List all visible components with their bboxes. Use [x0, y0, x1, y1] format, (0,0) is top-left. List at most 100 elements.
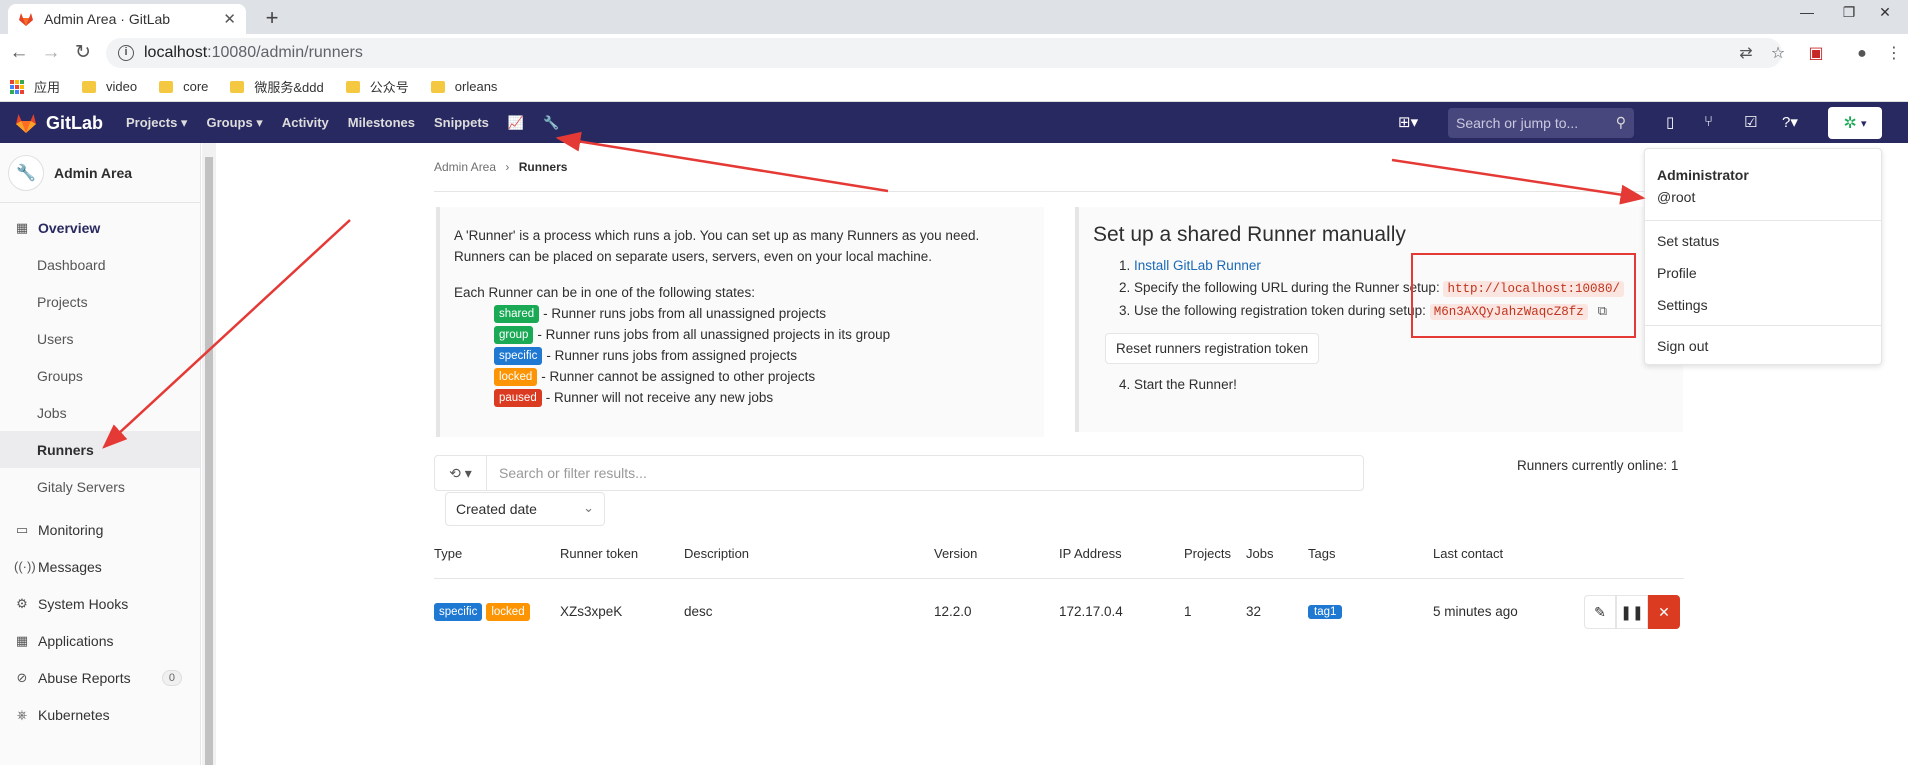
menu-settings[interactable]: Settings — [1657, 297, 1708, 313]
menu-set-status[interactable]: Set status — [1657, 233, 1719, 249]
sidebar-sub-users[interactable]: Users — [0, 320, 200, 357]
merge-request-icon[interactable]: ⑂ — [1704, 113, 1713, 130]
back-icon[interactable]: ← — [8, 42, 30, 64]
divider — [434, 578, 1684, 579]
edit-runner-button[interactable]: ✎ — [1584, 595, 1616, 629]
new-tab-button[interactable]: + — [258, 4, 286, 32]
sidebar-sub-dashboard[interactable]: Dashboard — [0, 246, 200, 283]
sidebar-toggle-icon[interactable]: ▯ — [1666, 113, 1674, 131]
sidebar-item-kubernetes[interactable]: ⎈ Kubernetes — [0, 696, 200, 733]
nav-milestones[interactable]: Milestones — [348, 115, 415, 130]
sidebar-header[interactable]: 🔧 Admin Area — [0, 143, 200, 203]
history-dropdown[interactable]: ⟲ ▾ — [435, 456, 487, 490]
column-header: Description — [684, 546, 750, 561]
gitlab-header: GitLab Projects ▾ Groups ▾ Activity Mile… — [0, 102, 1908, 143]
state-text: - Runner runs jobs from all unassigned p… — [543, 306, 827, 321]
extension-icon[interactable]: ▣ — [1806, 44, 1826, 64]
pause-runner-button[interactable]: ❚❚ — [1616, 595, 1648, 629]
tag-badge[interactable]: tag1 — [1308, 605, 1343, 619]
sidebar-sub-jobs[interactable]: Jobs — [0, 394, 200, 431]
gitlab-logo[interactable]: GitLab — [14, 111, 103, 135]
bookmark-microservice[interactable]: 微服务&ddd — [230, 77, 324, 96]
column-header: Projects — [1184, 546, 1231, 561]
user-avatar-button[interactable]: ✲ ▾ — [1828, 107, 1882, 139]
site-info-icon[interactable]: i — [118, 45, 134, 61]
admin-wrench-icon[interactable]: 🔧 — [543, 115, 559, 131]
sidebar-sub-runners[interactable]: Runners — [0, 431, 200, 468]
runner-projects: 1 — [1184, 604, 1192, 619]
sort-dropdown[interactable]: Created date ⌄ — [445, 492, 605, 526]
bookmark-label: 应用 — [34, 80, 61, 95]
nav-activity[interactable]: Activity — [282, 115, 329, 130]
address-path: :10080/admin/runners — [207, 44, 363, 61]
menu-icon[interactable]: ⋮ — [1884, 44, 1904, 64]
runner-token-link[interactable]: XZs3xpeK — [560, 604, 622, 619]
browser-tab[interactable]: Admin Area · GitLab ✕ — [8, 4, 246, 34]
chart-icon[interactable]: 📈 — [508, 115, 524, 131]
filter-input[interactable]: Search or filter results... — [487, 465, 647, 481]
bookmark-core[interactable]: core — [159, 79, 208, 94]
runner-last-contact: 5 minutes ago — [1433, 604, 1518, 619]
nav-projects[interactable]: Projects ▾ — [126, 115, 187, 131]
menu-profile[interactable]: Profile — [1657, 265, 1697, 281]
sidebar-item-monitoring[interactable]: ▭ Monitoring — [0, 511, 200, 548]
state-specific: specific - Runner runs jobs from assigne… — [494, 345, 1030, 366]
tab-close-icon[interactable]: ✕ — [223, 10, 236, 28]
nav-snippets[interactable]: Snippets — [434, 115, 489, 130]
sidebar-item-abuse-reports[interactable]: ⊘ Abuse Reports 0 — [0, 659, 200, 696]
nav-groups[interactable]: Groups ▾ — [206, 115, 262, 131]
profile-icon[interactable]: ● — [1852, 44, 1872, 64]
state-shared: shared - Runner runs jobs from all unass… — [494, 303, 1030, 324]
menu-sign-out[interactable]: Sign out — [1657, 338, 1708, 354]
reload-icon[interactable]: ↻ — [72, 42, 94, 64]
shared-badge: shared — [494, 304, 540, 323]
remove-runner-button[interactable]: ✕ — [1648, 595, 1680, 629]
sidebar-scrollbar[interactable] — [202, 143, 216, 765]
sidebar-sub-gitaly[interactable]: Gitaly Servers — [0, 468, 200, 505]
monitor-icon: ▭ — [15, 521, 29, 537]
apps-icon — [10, 79, 24, 94]
address-bar[interactable]: i localhost:10080/admin/runners — [106, 38, 1782, 68]
bookmark-wechat[interactable]: 公众号 — [345, 77, 409, 96]
paused-badge: paused — [494, 388, 542, 407]
runner-info-box: A 'Runner' is a process which runs a job… — [436, 207, 1044, 437]
new-item-icon[interactable]: ⊞▾ — [1398, 113, 1418, 131]
help-icon[interactable]: ?▾ — [1782, 113, 1798, 131]
sidebar-item-label: Overview — [38, 219, 101, 236]
main-nav: Projects ▾ Groups ▾ Activity Milestones … — [126, 102, 578, 143]
minimize-icon[interactable]: — — [1784, 4, 1830, 20]
reset-token-button[interactable]: Reset runners registration token — [1105, 333, 1320, 364]
scrollbar-thumb[interactable] — [205, 157, 213, 765]
address-host: localhost — [144, 44, 208, 61]
gitlab-tanuki-icon — [16, 114, 36, 133]
sidebar-item-label: Messages — [38, 558, 102, 575]
sidebar-sub-groups[interactable]: Groups — [0, 357, 200, 394]
sidebar-item-overview[interactable]: ▦ Overview — [0, 209, 200, 246]
sidebar-item-messages[interactable]: ((·)) Messages — [0, 548, 200, 585]
sort-label: Created date — [456, 501, 537, 517]
history-icon: ⟲ ▾ — [449, 464, 472, 481]
todo-icon[interactable]: ☑ — [1744, 113, 1757, 131]
bookmark-video[interactable]: video — [82, 79, 137, 94]
folder-icon — [159, 80, 174, 93]
sidebar-item-applications[interactable]: ▦ Applications — [0, 622, 200, 659]
grid-icon: ▦ — [15, 219, 29, 235]
search-input[interactable]: Search or jump to... ⚲ — [1448, 108, 1634, 138]
folder-icon — [230, 80, 245, 93]
bookmark-orleans[interactable]: orleans — [430, 79, 497, 94]
translate-icon[interactable]: ⇄ — [1736, 44, 1756, 64]
sidebar-item-system-hooks[interactable]: ⚙ System Hooks — [0, 585, 200, 622]
forward-icon[interactable]: → — [40, 42, 62, 64]
window-close-icon[interactable]: ✕ — [1862, 4, 1908, 21]
bookmark-label: 公众号 — [369, 80, 409, 95]
runner-ip: 172.17.0.4 — [1059, 604, 1123, 619]
install-runner-link[interactable]: Install GitLab Runner — [1134, 258, 1261, 273]
browser-tabstrip: Admin Area · GitLab ✕ + — ❐ ✕ — [0, 0, 1908, 34]
setup-step-4: 4. Start the Runner! — [1119, 377, 1237, 392]
breadcrumb-admin[interactable]: Admin Area — [434, 160, 496, 174]
bookmark-apps[interactable]: 应用 — [10, 77, 60, 96]
bookmark-star-icon[interactable]: ☆ — [1768, 44, 1788, 64]
bookmark-label: video — [106, 79, 138, 94]
user-dropdown-menu: Administrator @root Set status Profile S… — [1644, 148, 1882, 365]
sidebar-sub-projects[interactable]: Projects — [0, 283, 200, 320]
